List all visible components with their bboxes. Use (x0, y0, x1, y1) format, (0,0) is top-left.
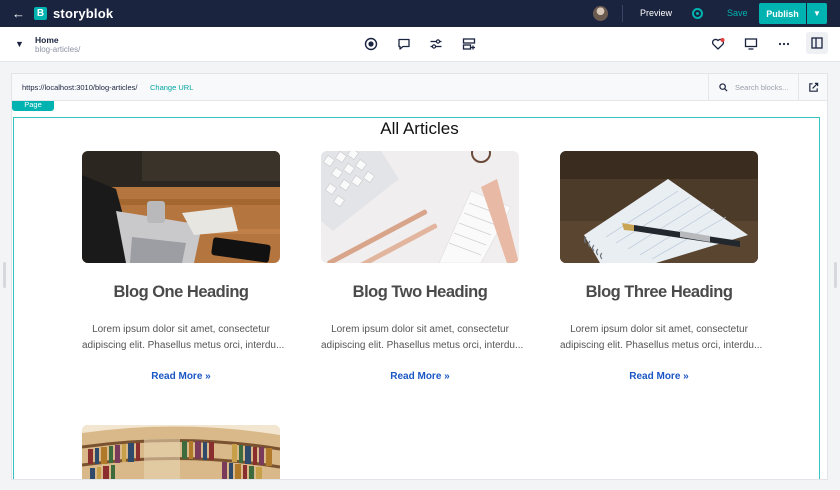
preview-frame: https://localhost:3010/blog-articles/ Ch… (11, 73, 828, 480)
article-image-keyboard (321, 151, 519, 263)
record-icon[interactable] (364, 37, 378, 51)
preview-button[interactable]: Preview (640, 8, 672, 18)
page-heading[interactable]: All Articles (12, 119, 827, 139)
open-external-button[interactable] (798, 74, 827, 101)
back-arrow-icon[interactable]: ← (12, 6, 32, 21)
breadcrumb-title[interactable]: Home (35, 35, 59, 45)
url-bar: https://localhost:3010/blog-articles/ Ch… (12, 74, 827, 101)
page-canvas: Page All Articles Blog One Heading Lorem… (12, 101, 827, 479)
app-name: storyblok (53, 6, 114, 21)
article-card[interactable]: Blog Two Heading Lorem ipsum dolor sit a… (321, 151, 524, 382)
page-block-tag[interactable]: Page (12, 101, 54, 111)
article-image-library[interactable] (82, 425, 280, 479)
publish-options-chevron-icon[interactable]: ▼ (807, 3, 827, 24)
chevron-down-icon[interactable]: ▼ (15, 39, 24, 49)
article-card[interactable]: Blog One Heading Lorem ipsum dolor sit a… (82, 151, 285, 382)
resize-handle-left[interactable] (3, 262, 6, 288)
laptop-desk-image (82, 151, 280, 263)
edit-external-icon (809, 82, 819, 92)
article-excerpt-line: adipiscing elit. Phasellus metus orci, i… (321, 340, 524, 351)
save-button[interactable]: Save (727, 8, 748, 18)
comment-icon[interactable] (397, 37, 411, 51)
keyboard-pens-image (321, 151, 519, 263)
monitor-icon[interactable] (744, 37, 758, 51)
panel-toggle-button[interactable] (806, 32, 828, 54)
article-excerpt-line: adipiscing elit. Phasellus metus orci, i… (82, 340, 285, 351)
panel-toggle-icon (811, 37, 823, 49)
avatar[interactable] (593, 6, 608, 21)
resize-handle-right[interactable] (834, 262, 837, 288)
library-shelves-image (82, 425, 280, 479)
article-title: Blog One Heading (113, 283, 249, 301)
layout-blocks-icon[interactable] (462, 37, 476, 51)
logo: B storyblok (34, 6, 113, 21)
heart-icon[interactable] (711, 37, 725, 51)
article-title: Blog Three Heading (585, 283, 733, 301)
change-url-link[interactable]: Change URL (150, 83, 193, 92)
preview-url: https://localhost:3010/blog-articles/ (22, 83, 138, 92)
article-title: Blog Two Heading (352, 283, 488, 301)
article-excerpt-line: Lorem ipsum dolor sit amet, consectetur (331, 324, 509, 335)
search-blocks-field[interactable]: Search blocks... (708, 74, 798, 101)
article-image-laptop (82, 151, 280, 263)
read-more-link[interactable]: Read More » (82, 371, 280, 382)
article-excerpt: Lorem ipsum dolor sit amet, consectetur … (560, 322, 763, 354)
article-excerpt: Lorem ipsum dolor sit amet, consectetur … (321, 322, 524, 354)
logo-mark: B (34, 7, 47, 20)
article-excerpt-line: adipiscing elit. Phasellus metus orci, i… (560, 340, 763, 351)
more-icon[interactable] (777, 37, 791, 51)
editor-toolbar: ▼ Home blog-articles/ (0, 27, 840, 62)
divider (622, 5, 623, 22)
article-excerpt-line: Lorem ipsum dolor sit amet, consectetur (92, 324, 270, 335)
article-image-notebook (560, 151, 758, 263)
top-bar: ← B storyblok Preview Save Publish ▼ (0, 0, 840, 27)
publish-button[interactable]: Publish (759, 3, 806, 24)
read-more-link[interactable]: Read More » (321, 371, 519, 382)
notebook-pen-image (560, 151, 758, 263)
article-excerpt-line: Lorem ipsum dolor sit amet, consectetur (570, 324, 748, 335)
settings-sliders-icon[interactable] (429, 37, 443, 51)
preview-target-icon[interactable] (692, 8, 703, 19)
article-excerpt: Lorem ipsum dolor sit amet, consectetur … (82, 322, 285, 354)
read-more-link[interactable]: Read More » (560, 371, 758, 382)
article-card[interactable]: Blog Three Heading Lorem ipsum dolor sit… (560, 151, 763, 382)
search-input[interactable]: Search blocks... (735, 83, 788, 92)
search-icon (719, 83, 728, 92)
breadcrumb-slug: blog-articles/ (35, 45, 81, 54)
